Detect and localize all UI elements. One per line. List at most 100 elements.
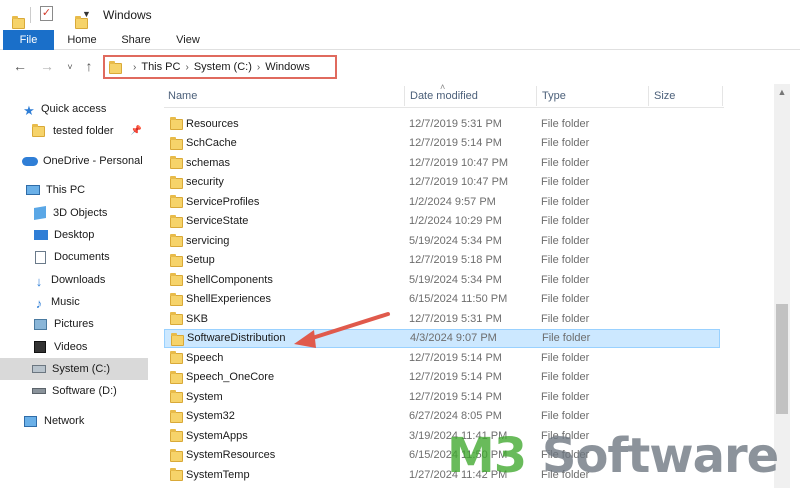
table-row[interactable]: Speech 12/7/2019 5:14 PM File folder (164, 348, 720, 368)
forward-arrow-icon[interactable]: → (38, 58, 56, 74)
folder-icon (170, 468, 183, 481)
tab-share[interactable]: Share (114, 30, 158, 50)
table-row[interactable]: System 12/7/2019 5:14 PM File folder (164, 387, 720, 407)
sidebar-item-label: Videos (54, 341, 88, 353)
back-arrow-icon[interactable]: ← (11, 58, 29, 74)
table-row[interactable]: Speech_OneCore 12/7/2019 5:14 PM File fold… (164, 368, 720, 388)
recent-locations-chevron-icon[interactable]: ˅ (61, 62, 79, 72)
scroll-thumb[interactable] (776, 304, 788, 414)
file-type: File folder (541, 117, 590, 130)
file-date: 1/2/2024 9:57 PM (409, 195, 496, 208)
file-type: File folder (541, 312, 590, 325)
table-row[interactable]: servicing 5/19/2024 5:34 PM File folder (164, 231, 720, 251)
sidebar-item-quick-access[interactable]: ★ Quick access (22, 98, 148, 120)
watermark-brand: M3 (447, 428, 527, 484)
tab-home[interactable]: Home (62, 30, 102, 50)
sidebar-item-label: Pictures (54, 318, 94, 330)
file-name: SchCache (186, 137, 237, 150)
chevron-right-icon[interactable]: › (133, 62, 136, 73)
sidebar-item-documents[interactable]: Documents (35, 246, 148, 268)
sidebar-item-label: 3D Objects (53, 207, 108, 219)
sidebar-item-onedrive[interactable]: OneDrive - Personal (22, 150, 148, 172)
window-title: Windows (103, 8, 152, 22)
table-row[interactable]: SKB 12/7/2019 5:31 PM File folder (164, 309, 720, 329)
sidebar-item-software-d[interactable]: Software (D:) (32, 380, 148, 402)
file-date: 12/7/2019 5:31 PM (409, 117, 502, 130)
table-row[interactable]: System32 6/27/2024 8:05 PM File folder (164, 407, 720, 427)
folder-icon (170, 175, 183, 189)
chevron-right-icon[interactable]: › (185, 62, 188, 73)
quick-access-dropdown-icon[interactable]: ▼ (82, 9, 91, 19)
column-header-size[interactable]: Size (654, 90, 675, 102)
table-row[interactable]: ServiceState 1/2/2024 10:29 PM File folder (164, 212, 720, 232)
table-row[interactable]: SchCache 12/7/2019 5:14 PM File folder (164, 134, 720, 154)
file-type: File folder (541, 195, 590, 208)
column-header-row: ˄ Name Date modified Type Size (164, 82, 724, 108)
address-bar[interactable]: › This PC › System (C:) › Windows (103, 55, 337, 79)
folder-icon (170, 292, 183, 306)
file-type: File folder (541, 156, 590, 169)
column-divider[interactable] (648, 86, 649, 106)
table-row[interactable]: Resources 12/7/2019 5:31 PM File folder (164, 114, 720, 134)
cloud-icon (22, 156, 38, 166)
sidebar-item-label: Software (D:) (52, 385, 117, 397)
sidebar-item-label: Network (44, 415, 85, 427)
file-name: Speech_OneCore (186, 371, 275, 384)
sidebar-item-videos[interactable]: Videos (34, 336, 148, 358)
up-arrow-icon[interactable]: ↑ (80, 58, 98, 74)
sidebar-item-desktop[interactable]: Desktop (34, 224, 148, 246)
tab-view[interactable]: View (168, 30, 208, 50)
tab-file[interactable]: File (3, 30, 54, 50)
new-folder-icon[interactable] (75, 15, 88, 29)
sidebar-item-3d-objects[interactable]: 3D Objects (34, 202, 148, 224)
table-row[interactable]: ShellComponents 5/19/2024 5:34 PM File fol… (164, 270, 720, 290)
folder-icon (170, 273, 183, 286)
document-icon (35, 250, 46, 264)
sidebar-item-tested-folder[interactable]: tested folder 📌 (32, 120, 148, 142)
pin-icon[interactable]: 📌 (131, 125, 142, 136)
sidebar-item-label: Desktop (54, 229, 95, 241)
sidebar-item-label: Music (51, 296, 80, 308)
sidebar-item-pictures[interactable]: Pictures (34, 313, 148, 335)
sidebar-item-this-pc[interactable]: This PC (26, 179, 148, 201)
sidebar-item-downloads[interactable]: ↓ Downloads (32, 269, 148, 291)
column-divider[interactable] (536, 86, 537, 106)
breadcrumb-windows[interactable]: Windows (265, 61, 310, 73)
drive-icon (32, 365, 46, 373)
folder-icon (170, 390, 183, 403)
file-name: ShellExperiences (186, 293, 271, 306)
file-date: 12/7/2019 5:14 PM (409, 390, 502, 403)
sidebar-item-label: Documents (54, 251, 110, 263)
table-row[interactable]: ServiceProfiles 1/2/2024 9:57 PM File fold… (164, 192, 720, 212)
title-separator (30, 7, 31, 23)
file-date: 6/15/2024 11:50 PM (409, 293, 508, 306)
chevron-right-icon[interactable]: › (257, 62, 260, 73)
sidebar-item-music[interactable]: ♪ Music (32, 291, 148, 313)
column-header-name[interactable]: Name (168, 90, 197, 102)
file-name: SoftwareDistribution (187, 332, 286, 345)
sidebar-item-label: OneDrive - Personal (43, 155, 143, 167)
file-type: File folder (542, 332, 591, 345)
file-type: File folder (541, 273, 590, 286)
folder-icon (170, 156, 183, 169)
folder-icon (170, 312, 183, 325)
table-row-selected[interactable]: SoftwareDistribution 4/3/2024 9:07 PM File… (164, 328, 720, 348)
breadcrumb-system-c[interactable]: System (C:) (194, 61, 252, 73)
table-row[interactable]: Setup 12/7/2019 5:18 PM File folder (164, 251, 720, 271)
folder-icon (170, 351, 183, 364)
video-icon (34, 341, 46, 353)
sidebar-item-system-c[interactable]: System (C:) (0, 358, 148, 380)
sidebar-item-network[interactable]: Network (24, 410, 148, 432)
column-divider[interactable] (722, 86, 723, 106)
column-divider[interactable] (404, 86, 405, 106)
properties-icon[interactable]: ✓ (40, 6, 53, 21)
column-header-type[interactable]: Type (542, 90, 566, 102)
file-name: Resources (186, 117, 239, 130)
table-row[interactable]: security 12/7/2019 10:47 PM File folder (164, 173, 720, 193)
table-row[interactable]: schemas 12/7/2019 10:47 PM File folder (164, 153, 720, 173)
column-header-date[interactable]: Date modified (410, 90, 478, 102)
title-bar: ✓ ▼ Windows (0, 0, 800, 30)
table-row[interactable]: ShellExperiences 6/15/2024 11:50 PM File f… (164, 290, 720, 310)
breadcrumb-this-pc[interactable]: This PC (141, 61, 180, 73)
scroll-up-arrow-icon[interactable]: ▲ (774, 84, 790, 100)
